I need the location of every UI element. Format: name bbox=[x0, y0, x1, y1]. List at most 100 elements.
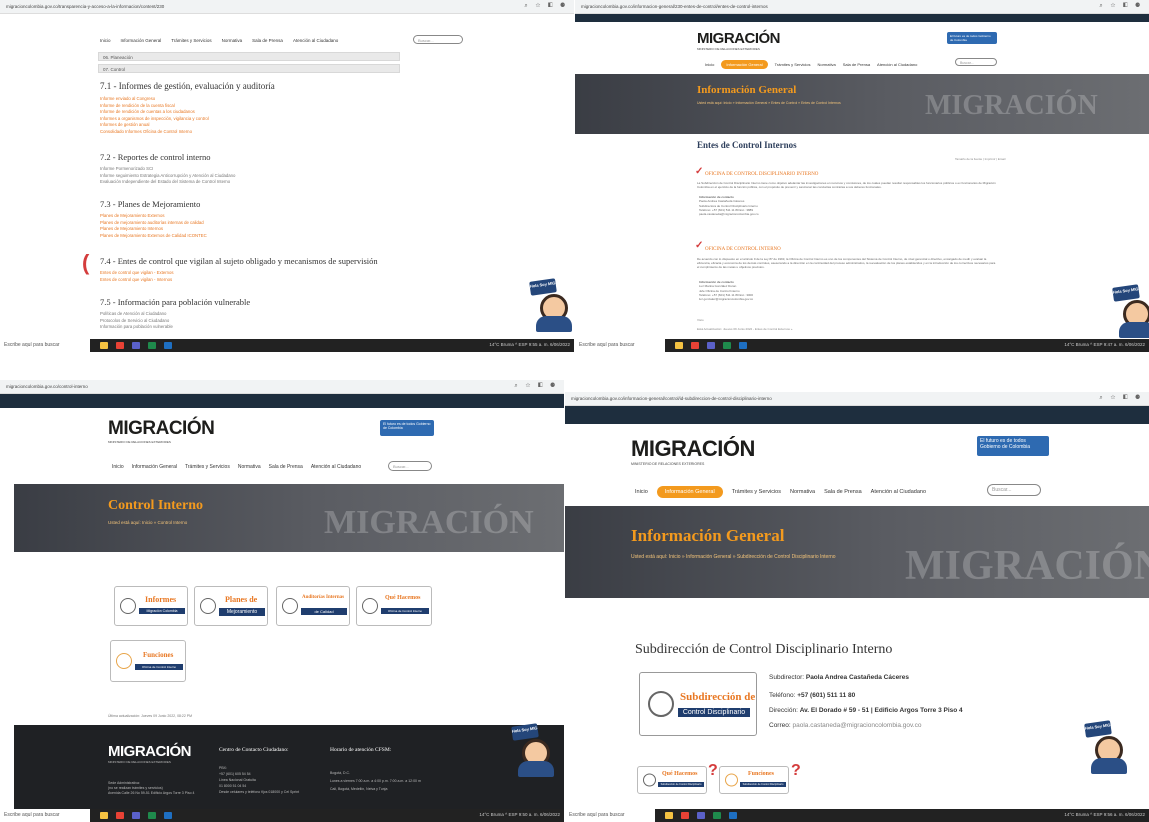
taskbar-search[interactable]: Escribe aquí para buscar bbox=[0, 339, 90, 352]
search-input[interactable]: Buscar... bbox=[955, 58, 997, 66]
email-value[interactable]: paola.castaneda@migracioncolombia.gov.co bbox=[793, 722, 922, 729]
excel-icon[interactable] bbox=[723, 342, 731, 349]
teams-icon[interactable] bbox=[697, 812, 705, 819]
nav-info-general[interactable]: Información General bbox=[121, 38, 162, 43]
breadcrumb[interactable]: Usted está aquí: Inicio » Información Ge… bbox=[697, 101, 841, 105]
address-bar[interactable]: migracioncolombia.gov.co/transparencia-y… bbox=[0, 0, 574, 14]
browser-tools-icon[interactable]: ⌕ ☆ ◧ ⚈ bbox=[1099, 3, 1143, 10]
browser-tools-icon[interactable]: ⌕ ☆ ◧ ⚈ bbox=[514, 383, 558, 390]
nav-normativa[interactable]: Normativa bbox=[238, 464, 261, 470]
nav-home[interactable]: Inicio bbox=[635, 489, 648, 495]
phone-value[interactable]: +57 (601) 511 11 80 bbox=[797, 692, 855, 699]
gov-badge[interactable]: El futuro es de todos Gobierno de Colomb… bbox=[977, 436, 1049, 456]
nav-normativa[interactable]: Normativa bbox=[222, 38, 243, 43]
list-item[interactable]: Planes de Mejoramiento Externos de Calid… bbox=[100, 233, 207, 240]
search-input[interactable]: Buscar... bbox=[388, 461, 432, 471]
file-explorer-icon[interactable] bbox=[665, 812, 673, 819]
outlook-icon[interactable] bbox=[164, 812, 172, 819]
address-bar[interactable]: migracioncolombia.gov.co/informacion-gen… bbox=[565, 392, 1149, 406]
nav-home[interactable]: Inicio bbox=[100, 38, 111, 43]
accordion-control[interactable]: 07. Control bbox=[98, 64, 400, 73]
system-tray[interactable]: 14°C Bruma ^ ESP 9:47 a. m. 6/06/2022 bbox=[1064, 342, 1145, 347]
address-bar[interactable]: migracioncolombia.gov.co/control-interno… bbox=[0, 380, 564, 394]
outlook-icon[interactable] bbox=[729, 812, 737, 819]
teams-icon[interactable] bbox=[707, 342, 715, 349]
card-que-hacemos[interactable]: Qué Hacemos Oficina de Control Interno bbox=[356, 586, 432, 626]
contact-email[interactable]: paola.castaneda@migracioncolombia.gov.co bbox=[699, 212, 759, 216]
nav-normativa[interactable]: Normativa bbox=[790, 489, 815, 495]
nav-sala-prensa[interactable]: Sala de Prensa bbox=[269, 464, 303, 470]
list-item[interactable]: Información para población vulnerable bbox=[100, 324, 173, 331]
excel-icon[interactable] bbox=[148, 812, 156, 819]
chat-assistant-icon[interactable]: Hola Soy MIG bbox=[511, 723, 556, 777]
breadcrumb[interactable]: Usted está aquí: Inicio » Información Ge… bbox=[631, 554, 836, 560]
gov-badge[interactable]: El futuro es de todos Gobierno de Colomb… bbox=[380, 420, 434, 436]
nav-info-general[interactable]: Información General bbox=[132, 464, 177, 470]
list-item[interactable]: Consolidado Informes Oficina de Control … bbox=[100, 129, 209, 136]
nav-tramites[interactable]: Trámites y Servicios bbox=[171, 38, 211, 43]
nav-home[interactable]: Inicio bbox=[112, 464, 124, 470]
file-explorer-icon[interactable] bbox=[100, 342, 108, 349]
system-tray[interactable]: 14°C Bruma ^ ESP 9:55 a. m. 6/06/2022 bbox=[489, 342, 570, 347]
search-input[interactable]: Buscar... bbox=[413, 35, 463, 44]
outlook-icon[interactable] bbox=[164, 342, 172, 349]
footer-next-link[interactable]: Está Actualización: Jueves 09 Junio 2022… bbox=[697, 327, 792, 331]
list-item[interactable]: Evaluación Independiente del Estado del … bbox=[100, 179, 235, 186]
outlook-icon[interactable] bbox=[739, 342, 747, 349]
chat-assistant-icon[interactable]: Hola Soy MIG bbox=[1084, 720, 1129, 774]
card-subdireccion[interactable]: Subdirección de Control Disciplinario bbox=[639, 672, 757, 736]
taskbar-search[interactable]: Escribe aquí para buscar bbox=[575, 339, 665, 352]
nav-normativa[interactable]: Normativa bbox=[817, 62, 835, 67]
nav-sala-prensa[interactable]: Sala de Prensa bbox=[824, 489, 862, 495]
card-funciones[interactable]: Funciones Oficina de Control Interno bbox=[110, 640, 186, 682]
nav-atencion[interactable]: Atención al Ciudadano bbox=[293, 38, 338, 43]
file-explorer-icon[interactable] bbox=[100, 812, 108, 819]
address-bar[interactable]: migracioncolombia.gov.co/informacion-gen… bbox=[575, 0, 1149, 14]
taskbar-search[interactable]: Escribe aquí para buscar bbox=[565, 809, 655, 822]
card-planes[interactable]: Planes de Mejoramiento bbox=[194, 586, 268, 626]
chrome-icon[interactable] bbox=[691, 342, 699, 349]
card-funciones[interactable]: Funciones Subdirección de Control Discip… bbox=[719, 766, 789, 794]
search-input[interactable]: Buscar... bbox=[987, 484, 1041, 496]
nav-atencion[interactable]: Atención al Ciudadano bbox=[311, 464, 361, 470]
nav-home[interactable]: Inicio bbox=[705, 62, 714, 67]
chrome-icon[interactable] bbox=[116, 342, 124, 349]
card-informes[interactable]: Informes Migración Colombia bbox=[114, 586, 188, 626]
footer-logo[interactable]: MIGRACIÓN MINISTERIO DE RELACIONES EXTER… bbox=[108, 743, 192, 764]
card-que-hacemos[interactable]: Qué Hacemos Subdirección de Control Disc… bbox=[637, 766, 707, 794]
teams-icon[interactable] bbox=[132, 812, 140, 819]
accordion-planeacion[interactable]: 06. Planeación bbox=[98, 52, 400, 61]
system-tray[interactable]: 14°C Bruma ^ ESP 9:56 a. m. 6/06/2022 bbox=[1064, 812, 1145, 817]
list-item[interactable]: Entes de control que vigilan - Externos bbox=[100, 270, 174, 277]
excel-icon[interactable] bbox=[148, 342, 156, 349]
chat-assistant-icon[interactable]: Hola Soy MIG bbox=[529, 278, 574, 332]
browser-tools-icon[interactable]: ⌕ ☆ ◧ ⚈ bbox=[524, 3, 568, 10]
nav-sala-prensa[interactable]: Sala de Prensa bbox=[252, 38, 283, 43]
teams-icon[interactable] bbox=[132, 342, 140, 349]
nav-atencion[interactable]: Atención al Ciudadano bbox=[871, 489, 926, 495]
nav-sala-prensa[interactable]: Sala de Prensa bbox=[843, 62, 870, 67]
migracion-logo[interactable]: MIGRACIÓN MINISTERIO DE RELACIONES EXTER… bbox=[697, 30, 781, 51]
list-item[interactable]: Políticas de Atención al Ciudadano bbox=[100, 311, 173, 318]
list-item[interactable]: Entes de control que vigilan - Internos bbox=[100, 277, 174, 284]
nav-tramites[interactable]: Trámites y Servicios bbox=[775, 62, 811, 67]
contact-email[interactable]: luz.gonzalez@migracioncolombia.gov.co bbox=[699, 297, 753, 301]
list-item[interactable]: Informe de rendición de cuentas a los ci… bbox=[100, 109, 209, 116]
text-tools[interactable]: Tamaño de la fuente | Imprimir | Email bbox=[955, 157, 1005, 161]
chrome-icon[interactable] bbox=[116, 812, 124, 819]
nav-tramites[interactable]: Trámites y Servicios bbox=[185, 464, 230, 470]
gov-badge[interactable]: El futuro es de todos Gobierno de Colomb… bbox=[947, 32, 997, 44]
chrome-icon[interactable] bbox=[681, 812, 689, 819]
card-auditorias[interactable]: Auditorías Internas de Calidad bbox=[276, 586, 350, 626]
nav-tramites[interactable]: Trámites y Servicios bbox=[732, 489, 781, 495]
migracion-logo[interactable]: MIGRACIÓN MINISTERIO DE RELACIONES EXTER… bbox=[108, 418, 215, 444]
nav-atencion[interactable]: Atención al Ciudadano bbox=[877, 62, 917, 67]
nav-info-general[interactable]: Información General bbox=[721, 60, 768, 69]
taskbar-search[interactable]: Escribe aquí para buscar bbox=[0, 809, 90, 822]
system-tray[interactable]: 14°C Bruma ^ ESP 9:50 a. m. 6/06/2022 bbox=[479, 812, 560, 817]
migracion-logo[interactable]: MIGRACIÓN MINISTERIO DE RELACIONES EXTER… bbox=[631, 436, 755, 466]
file-explorer-icon[interactable] bbox=[675, 342, 683, 349]
excel-icon[interactable] bbox=[713, 812, 721, 819]
chat-assistant-icon[interactable]: Hola Soy MIG bbox=[1112, 284, 1149, 338]
breadcrumb[interactable]: Usted está aquí: Inicio » Control Intern… bbox=[108, 520, 187, 525]
